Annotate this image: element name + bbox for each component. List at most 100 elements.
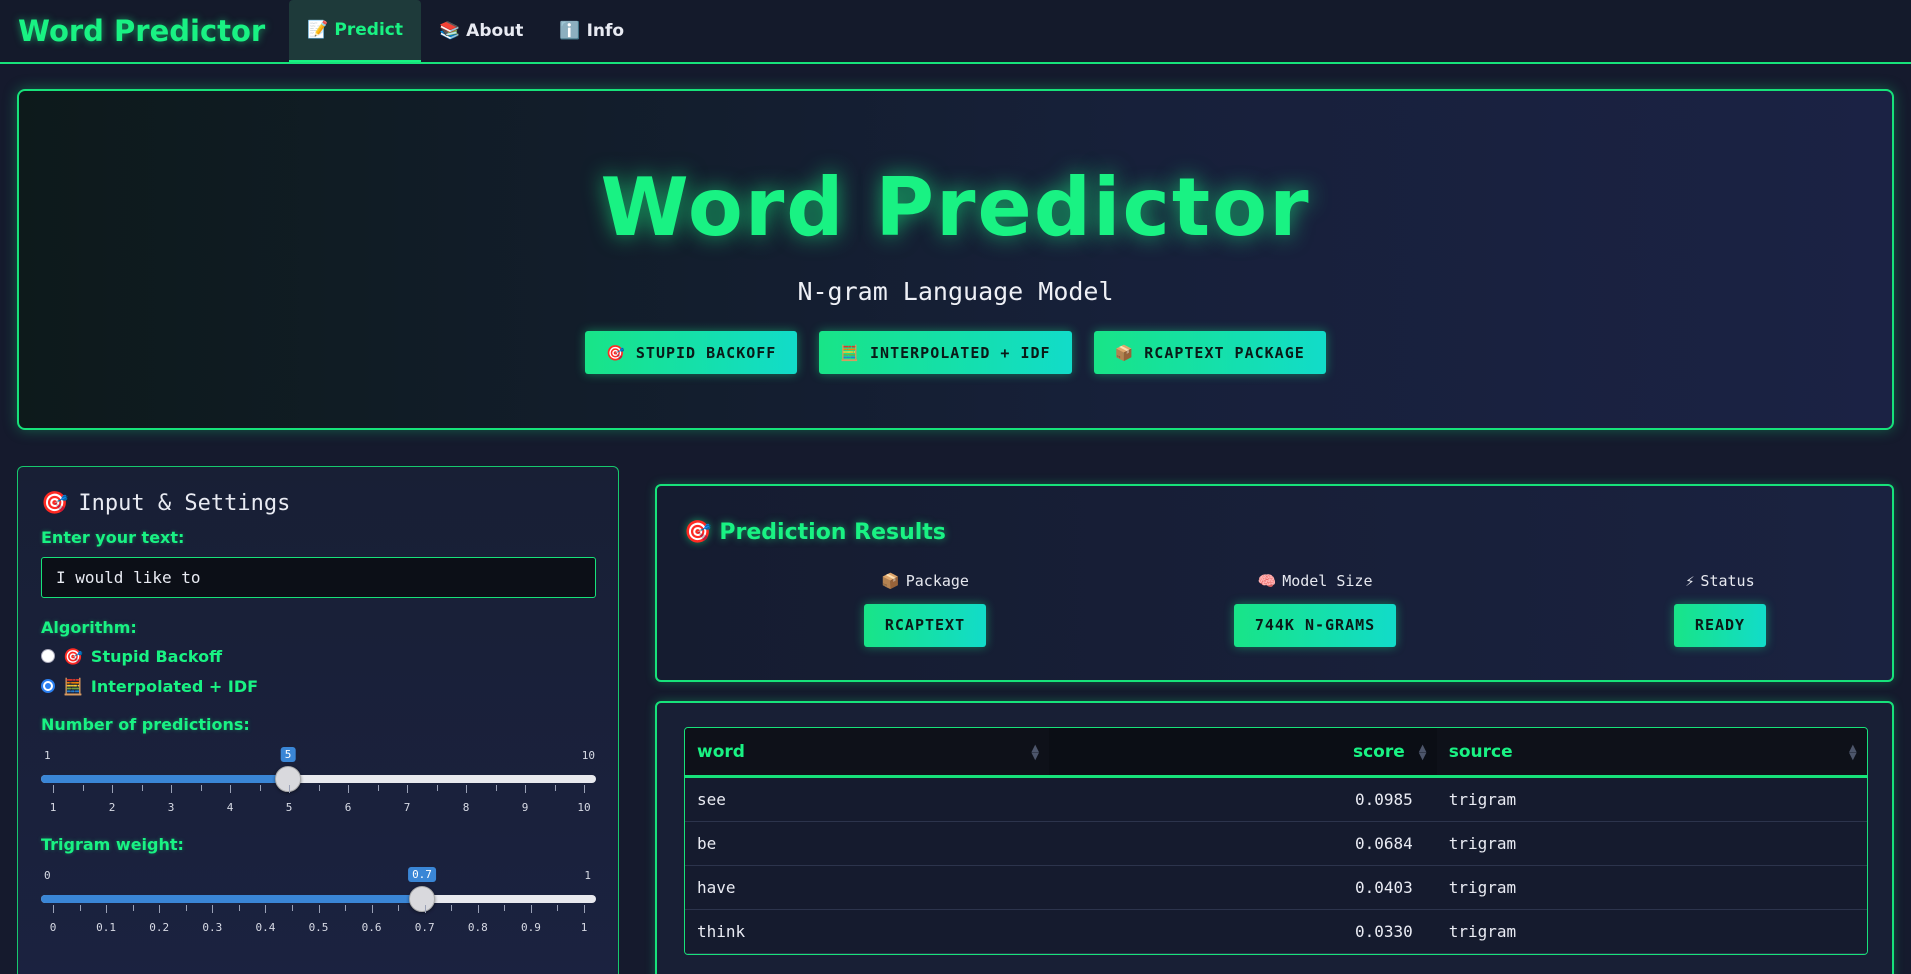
slider-tick-label: 0.5 bbox=[308, 921, 329, 934]
slider-tick bbox=[525, 785, 526, 793]
slider-tick bbox=[530, 905, 532, 913]
cell-word: see bbox=[697, 790, 726, 809]
badge-rcaptext-package: 📦 RCAPTEXT PACKAGE bbox=[1093, 331, 1326, 374]
slider-tick bbox=[79, 905, 81, 911]
tab-info-label: Info bbox=[586, 21, 625, 41]
algorithm-label: Algorithm: bbox=[41, 618, 137, 637]
settings-title: 🎯 Input & Settings bbox=[41, 491, 595, 516]
stat-label: ⚡ Status bbox=[1600, 572, 1840, 590]
slider-tick bbox=[141, 785, 143, 791]
slider-tick bbox=[451, 905, 453, 911]
slider-tick bbox=[318, 785, 320, 791]
badge-label: INTERPOLATED + IDF bbox=[870, 343, 1051, 362]
prediction-results-panel: 🎯 Prediction Results 📦 Package RCAPTEXT … bbox=[655, 484, 1894, 682]
lightning-icon: ⚡ bbox=[1685, 572, 1695, 590]
slider-tick bbox=[265, 905, 267, 913]
algorithm-option-stupid-backoff[interactable]: 🎯 Stupid Backoff bbox=[41, 641, 595, 671]
slider-tick-label: 2 bbox=[108, 801, 116, 814]
stat-label: 🧠 Model Size bbox=[1195, 572, 1435, 590]
slider-tick bbox=[112, 785, 113, 793]
column-header-word[interactable]: word ▲ ▼ bbox=[685, 728, 1049, 775]
slider-tick bbox=[424, 905, 426, 913]
column-header-source[interactable]: source ▲ ▼ bbox=[1437, 728, 1867, 775]
results-title: 🎯 Prediction Results bbox=[684, 520, 946, 545]
sort-icon[interactable]: ▲ ▼ bbox=[1031, 744, 1039, 762]
stat-label-text: Model Size bbox=[1282, 572, 1373, 590]
tab-predict[interactable]: 📝 Predict bbox=[289, 0, 421, 62]
slider-tick bbox=[106, 905, 108, 913]
hero-subtitle: N-gram Language Model bbox=[797, 277, 1114, 306]
slider-min-label: 1 bbox=[44, 749, 51, 762]
slider-tick-label: 7 bbox=[403, 801, 411, 814]
slider-tick bbox=[318, 905, 320, 913]
tab-about[interactable]: 📚 About bbox=[421, 0, 541, 62]
slider-tick bbox=[436, 785, 438, 791]
slider-track[interactable] bbox=[41, 886, 596, 912]
slider-tick bbox=[212, 905, 214, 913]
slider-tick-label: 9 bbox=[521, 801, 529, 814]
column-header-score[interactable]: score ▲ ▼ bbox=[1049, 728, 1437, 775]
table-row[interactable]: have 0.0403 trigram bbox=[685, 866, 1867, 910]
target-icon: 🎯 bbox=[606, 343, 626, 362]
table-row[interactable]: be 0.0684 trigram bbox=[685, 822, 1867, 866]
settings-title-text: Input & Settings bbox=[78, 491, 291, 516]
slider-tick bbox=[82, 785, 84, 791]
cell-source: trigram bbox=[1448, 878, 1517, 897]
slider-tick bbox=[159, 905, 161, 913]
slider-tick bbox=[398, 905, 400, 911]
slider-tick-label: 8 bbox=[462, 801, 470, 814]
sort-icon[interactable]: ▲ ▼ bbox=[1849, 744, 1857, 762]
slider-tick bbox=[291, 905, 293, 911]
brain-icon: 🧠 bbox=[1257, 572, 1277, 590]
slider-tick bbox=[584, 785, 585, 793]
badge-interpolated-idf: 🧮 INTERPOLATED + IDF bbox=[819, 331, 1072, 374]
slider-tick-label: 0.3 bbox=[202, 921, 223, 934]
slider-tick bbox=[200, 785, 202, 791]
text-input[interactable] bbox=[41, 557, 596, 598]
radio-stupid-backoff[interactable] bbox=[41, 649, 55, 663]
brand-title[interactable]: Word Predictor bbox=[0, 0, 283, 62]
slider-track[interactable] bbox=[41, 766, 596, 792]
results-title-text: Prediction Results bbox=[719, 520, 946, 545]
slider-tick-label: 5 bbox=[285, 801, 293, 814]
slider-tick bbox=[554, 785, 556, 791]
stat-model-size: 🧠 Model Size 744K N-GRAMS bbox=[1195, 572, 1435, 647]
stat-label-text: Package bbox=[905, 572, 969, 590]
cell-source: trigram bbox=[1448, 922, 1517, 941]
slider-tick bbox=[259, 785, 261, 791]
slider-tick-label: 1 bbox=[580, 921, 588, 934]
slider-tick bbox=[407, 785, 408, 793]
slider-tick-label: 0.4 bbox=[255, 921, 276, 934]
cell-source: trigram bbox=[1448, 790, 1517, 809]
cell-score: 0.0684 bbox=[1354, 834, 1413, 853]
slider-tick-label: 10 bbox=[577, 801, 591, 814]
slider-tick bbox=[377, 785, 379, 791]
sort-icon[interactable]: ▲ ▼ bbox=[1419, 744, 1427, 762]
slider-tick bbox=[504, 905, 506, 911]
table-row[interactable]: see 0.0985 trigram bbox=[685, 778, 1867, 822]
slider-min-label: 0 bbox=[44, 869, 51, 882]
hero-title: Word Predictor bbox=[600, 161, 1311, 254]
slider-value-bubble: 0.7 bbox=[408, 867, 436, 882]
stat-label-text: Status bbox=[1700, 572, 1755, 590]
slider-ticks bbox=[41, 905, 596, 913]
stat-status: ⚡ Status READY bbox=[1600, 572, 1840, 647]
radio-interpolated-idf[interactable] bbox=[41, 679, 55, 693]
table-header: word ▲ ▼ score ▲ ▼ source ▲ ▼ bbox=[685, 728, 1867, 778]
slider-tick bbox=[345, 905, 347, 911]
package-icon: 📦 bbox=[881, 572, 900, 590]
slider-tick-label: 1 bbox=[49, 801, 57, 814]
tab-info[interactable]: ℹ️ Info bbox=[541, 0, 642, 62]
column-header-label: source bbox=[1448, 741, 1513, 762]
books-icon: 📚 bbox=[439, 21, 461, 41]
slider-tick bbox=[171, 785, 172, 793]
target-icon: 🎯 bbox=[63, 646, 83, 666]
navbar: Word Predictor 📝 Predict 📚 About ℹ️ Info bbox=[0, 0, 1911, 64]
stat-value: 744K N-GRAMS bbox=[1233, 604, 1397, 647]
cell-word: be bbox=[697, 834, 717, 853]
cell-source: trigram bbox=[1448, 834, 1517, 853]
slider-tick bbox=[348, 785, 349, 793]
table-row[interactable]: think 0.0330 trigram bbox=[685, 910, 1867, 954]
algorithm-option-interpolated-idf[interactable]: 🧮 Interpolated + IDF bbox=[41, 671, 595, 701]
settings-panel: 🎯 Input & Settings Enter your text: Algo… bbox=[17, 466, 619, 974]
